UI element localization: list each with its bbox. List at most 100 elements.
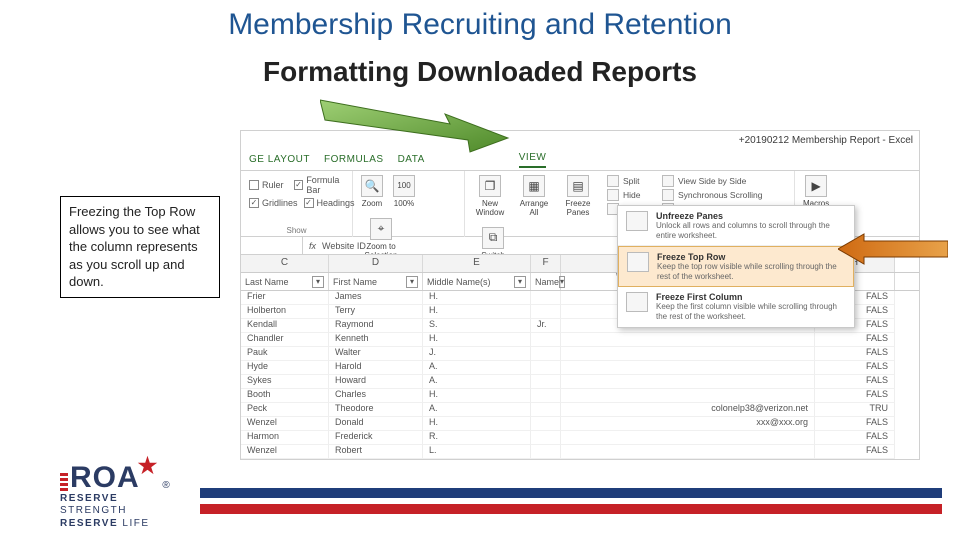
btn-sync-scroll[interactable]: Synchronous Scrolling (662, 189, 765, 201)
registered-icon: ® (162, 480, 169, 491)
logo-tagline: RESERVE STRENGTH RESERVE LIFE (60, 493, 178, 531)
tag2b: LIFE (122, 518, 149, 529)
menu-unfreeze-title: Unfreeze Panes (656, 211, 846, 221)
table-row[interactable]: HarmonFrederickR.FALS (241, 431, 919, 445)
cb-ruler[interactable]: Ruler (249, 175, 284, 195)
ribbon-tabs: GE LAYOUT FORMULAS DATA VIEW (241, 149, 919, 171)
hdr-first-label: First Name (333, 277, 377, 287)
cb-gridlines-label: Gridlines (262, 198, 298, 208)
hundred-icon: 100 (393, 175, 415, 197)
btn-zoom[interactable]: 🔍 Zoom (361, 175, 383, 208)
btn-freeze-panes[interactable]: ▤ Freeze Panes (561, 175, 595, 217)
tab-data[interactable]: DATA (398, 154, 425, 165)
menu-freeze-top-row[interactable]: Freeze Top RowKeep the top row visible w… (618, 246, 854, 287)
menu-unfreeze[interactable]: Unfreeze PanesUnlock all rows and column… (618, 206, 854, 246)
macros-icon: ▶ (805, 175, 827, 197)
freeze-panes-menu: Unfreeze PanesUnlock all rows and column… (617, 205, 855, 328)
freeze-panes-icon: ▤ (567, 175, 589, 197)
btn-zoom-label: Zoom (362, 199, 382, 208)
hdr-middle[interactable]: Middle Name(s)▾ (423, 273, 531, 290)
btn-split[interactable]: Split (607, 175, 650, 187)
btn-new-window-label: New Window (473, 199, 507, 217)
cb-gridlines[interactable]: ✓Gridlines (249, 198, 298, 208)
table-row[interactable]: WenzelDonaldH.xxx@xxx.orgFALS (241, 417, 919, 431)
excel-doc-title: +20190212 Membership Report - Excel (739, 135, 913, 146)
btn-hide[interactable]: Hide (607, 189, 650, 201)
btn-sync-label: Synchronous Scrolling (678, 190, 763, 200)
menu-freeze-top-desc: Keep the top row visible while scrolling… (657, 262, 845, 281)
col-E[interactable]: E (423, 255, 531, 272)
sync-scroll-icon (662, 189, 674, 201)
hide-icon (607, 189, 619, 201)
btn-100-label: 100% (394, 199, 414, 208)
col-F[interactable]: F (531, 255, 561, 272)
btn-arrange-all[interactable]: ▦ Arrange All (517, 175, 551, 217)
btn-macros[interactable]: ▶Macros (803, 175, 829, 208)
split-icon (607, 175, 619, 187)
filter-icon[interactable]: ▾ (406, 276, 418, 288)
magnifier-icon: 🔍 (361, 175, 383, 197)
filter-icon[interactable]: ▾ (514, 276, 526, 288)
logo-text: ROA (70, 464, 140, 491)
btn-100[interactable]: 100 100% (393, 175, 415, 208)
btn-hide-label: Hide (623, 190, 640, 200)
tab-view[interactable]: VIEW (519, 152, 547, 168)
table-row[interactable]: WenzelRobertL.FALS (241, 445, 919, 459)
table-row[interactable]: ChandlerKennethH.FALS (241, 333, 919, 347)
name-box[interactable] (243, 237, 303, 254)
tag1b: STRENGTH (60, 505, 127, 516)
btn-view-side[interactable]: View Side by Side (662, 175, 765, 187)
cb-ruler-label: Ruler (262, 180, 284, 190)
table-row[interactable]: PeckTheodoreA.colonelp38@verizon.netTRU (241, 403, 919, 417)
col-D[interactable]: D (329, 255, 423, 272)
red-bar (200, 504, 942, 514)
tab-formulas[interactable]: FORMULAS (324, 154, 384, 165)
arrange-icon: ▦ (523, 175, 545, 197)
slide-subtitle: Formatting Downloaded Reports (0, 56, 960, 88)
flag-stripes-icon (60, 473, 68, 491)
hdr-first-name[interactable]: First Name ▾ (329, 273, 423, 290)
group-show: Ruler ✓Formula Bar ✓Gridlines ✓Headings … (241, 171, 353, 237)
cb-headings[interactable]: ✓Headings (304, 198, 355, 208)
blue-bar (200, 488, 942, 498)
freeze-first-col-icon (626, 292, 648, 312)
filter-icon[interactable]: ▾ (312, 276, 324, 288)
freeze-top-row-icon (627, 252, 649, 272)
menu-freeze-col-title: Freeze First Column (656, 292, 846, 302)
btn-new-window[interactable]: ❐ New Window (473, 175, 507, 217)
fx-value[interactable]: Website ID (322, 241, 366, 251)
unfreeze-icon (626, 211, 648, 231)
hdr-suffix[interactable]: Name▾ (531, 273, 561, 290)
menu-freeze-col-desc: Keep the first column visible while scro… (656, 302, 846, 321)
table-row[interactable]: BoothCharlesH.FALS (241, 389, 919, 403)
roa-logo: ROA★ ® RESERVE STRENGTH RESERVE LIFE (60, 464, 178, 531)
tag1a: RESERVE (60, 493, 118, 504)
tab-layout[interactable]: GE LAYOUT (249, 154, 310, 165)
btn-view-side-label: View Side by Side (678, 176, 746, 186)
hdr-last-name[interactable]: Last Name▾ (241, 273, 329, 290)
group-zoom: 🔍Zoom 100100% ⌖Zoom to Selection Zoom (353, 171, 465, 237)
menu-freeze-top-title: Freeze Top Row (657, 252, 845, 262)
btn-split-label: Split (623, 176, 640, 186)
group-show-label: Show (249, 226, 344, 235)
new-window-icon: ❐ (479, 175, 501, 197)
callout-box: Freezing the Top Row allows you to see w… (60, 196, 220, 298)
btn-arrange-label: Arrange All (517, 199, 551, 217)
excel-screenshot: +20190212 Membership Report - Excel GE L… (240, 130, 920, 460)
table-row[interactable]: HydeHaroldA.FALS (241, 361, 919, 375)
menu-freeze-first-col[interactable]: Freeze First ColumnKeep the first column… (618, 287, 854, 326)
table-row[interactable]: SykesHowardA.FALS (241, 375, 919, 389)
cb-formula-bar-label: Formula Bar (306, 175, 354, 195)
footer: ROA★ ® RESERVE STRENGTH RESERVE LIFE (0, 460, 960, 540)
side-by-side-icon (662, 175, 674, 187)
tag2a: RESERVE (60, 518, 122, 529)
star-icon: ★ (138, 456, 159, 476)
menu-unfreeze-desc: Unlock all rows and columns to scroll th… (656, 221, 846, 240)
col-C[interactable]: C (241, 255, 329, 272)
slide-title: Membership Recruiting and Retention (0, 8, 960, 42)
cb-formula-bar[interactable]: ✓Formula Bar (294, 175, 355, 195)
table-row[interactable]: PaukWalterJ.FALS (241, 347, 919, 361)
fx-label: fx (309, 241, 316, 251)
btn-freeze-label: Freeze Panes (561, 199, 595, 217)
footer-bars (200, 488, 942, 514)
